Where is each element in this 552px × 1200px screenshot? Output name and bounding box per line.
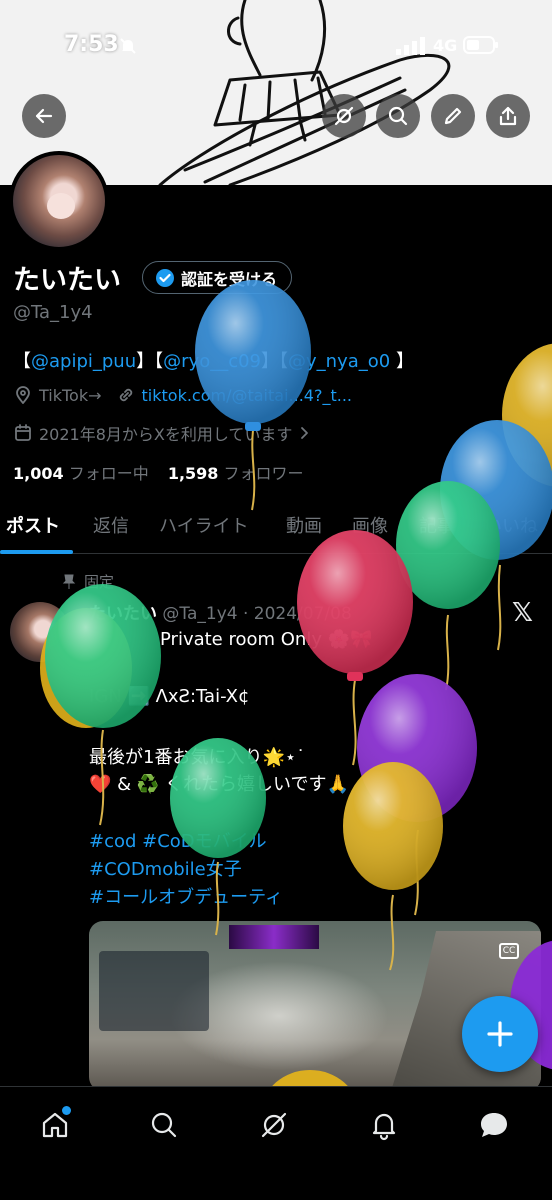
x-logo-icon: 𝕏 [512, 598, 533, 628]
arrow-left-icon [35, 108, 53, 124]
nav-grok[interactable] [252, 1103, 296, 1147]
signal-icon [396, 37, 425, 55]
pin-icon [62, 574, 76, 589]
notifications-icon [372, 1113, 396, 1141]
tab-posts[interactable]: ポスト [6, 512, 60, 538]
captions-button[interactable]: CC [499, 943, 519, 959]
tab-replies[interactable]: 返信 [93, 512, 129, 538]
edit-icon [444, 107, 462, 125]
profile-avatar[interactable] [9, 151, 109, 251]
profile-joined: 2021年8月からXを利用しています [39, 425, 293, 444]
post-text-line-4: ❤️ & ♻️ くれたら嬉しいです🙏 [89, 774, 349, 795]
post-hashtags-1[interactable]: #cod #CoDモバイル [89, 827, 267, 853]
display-name: たいたい [13, 265, 121, 296]
tab-images[interactable]: 画像 [352, 512, 388, 538]
status-time: 7:53 [64, 32, 119, 57]
balloon-purple [357, 674, 477, 916]
bio-mention-3[interactable]: @y_nya_o0 [288, 351, 390, 372]
post-avatar[interactable] [10, 602, 70, 662]
profile-link[interactable]: tiktok.com/@taitai...4?_t... [142, 386, 352, 405]
post-text-line-1: Private room Only 🌸🎀 [160, 629, 373, 650]
nav-search[interactable] [142, 1103, 186, 1147]
grok-icon [261, 1112, 287, 1138]
nav-messages[interactable] [472, 1103, 516, 1147]
compose-post-button[interactable] [462, 996, 538, 1072]
post-text-line-3: 最後が1番お気に入り🌟⋆˙ [89, 747, 306, 768]
nav-notifications[interactable] [362, 1103, 406, 1147]
profile-bio: 【@apipi_puu】【@ryo__c09】【@y_nya_o0 】 [13, 351, 414, 372]
bio-mention-2[interactable]: @ryo__c09 [163, 351, 261, 372]
search-icon [388, 106, 408, 126]
video-game-hud [99, 951, 209, 1031]
tab-articles[interactable]: 記事 [419, 512, 455, 538]
followers-label: フォロワー [223, 464, 304, 483]
active-tab-indicator [0, 550, 73, 554]
post-hashtags-3[interactable]: #コールオブデューティ [89, 883, 283, 909]
post-handle-date: @Ta_1y4 · 2024/07/08 [162, 604, 352, 624]
battery-icon [463, 36, 498, 54]
post-text-line-2: IGN ➡️ ΛxƧ:Tai-X¢ [89, 686, 250, 707]
tab-likes[interactable]: いいね [484, 512, 538, 538]
pinned-label: 固定 [84, 573, 115, 591]
verified-badge-icon [156, 268, 174, 287]
post-author[interactable]: たいたい [89, 604, 157, 624]
share-button[interactable] [486, 94, 530, 138]
video-game-banner [229, 925, 319, 949]
follow-stats: 1,004 フォロー中 1,598 フォロワー [13, 460, 304, 484]
profile-joined-row[interactable]: 2021年8月からXを利用しています [13, 421, 310, 445]
home-unread-dot [62, 1106, 71, 1115]
grok-button[interactable] [322, 94, 366, 138]
search-button[interactable] [376, 94, 420, 138]
location-pin-icon [16, 386, 30, 404]
back-button[interactable] [22, 94, 66, 138]
profile-handle: @Ta_1y4 [13, 302, 93, 323]
profile-location-link-row: TikTok→ tiktok.com/@taitai...4?_t... [13, 385, 352, 405]
get-verified-button[interactable]: 認証を受ける [142, 261, 293, 294]
search-icon [151, 1112, 177, 1138]
plus-icon [487, 1021, 513, 1047]
following-count: 1,004 [13, 464, 64, 483]
profile-tabs: ポスト 返信 ハイライト 動画 画像 記事 いいね [0, 500, 552, 554]
tab-videos[interactable]: 動画 [286, 512, 322, 538]
following-label: フォロー中 [68, 464, 149, 483]
network-type: 4G [433, 36, 458, 55]
nav-home[interactable] [33, 1103, 77, 1147]
pinned-indicator: 固定 [62, 571, 114, 592]
post-header: たいたい @Ta_1y4 · 2024/07/08 [89, 599, 352, 624]
balloon-yellow-right [502, 343, 552, 487]
calendar-icon [15, 424, 31, 441]
edit-profile-button[interactable] [431, 94, 475, 138]
get-verified-label: 認証を受ける [181, 269, 278, 289]
followers-count: 1,598 [167, 464, 219, 483]
status-bar: 7:53 4G [0, 0, 552, 90]
share-icon [499, 106, 517, 126]
chevron-right-icon [301, 427, 309, 439]
bell-off-icon [120, 38, 136, 54]
messages-icon [481, 1113, 507, 1137]
profile-location: TikTok→ [39, 385, 102, 405]
followers-link[interactable]: 1,598 フォロワー [168, 464, 304, 483]
tab-highlights[interactable]: ハイライト [159, 512, 249, 538]
following-link[interactable]: 1,004 フォロー中 [13, 464, 149, 483]
bio-mention-1[interactable]: @apipi_puu [31, 351, 136, 372]
link-icon [119, 388, 132, 402]
post-hashtags-2[interactable]: #CODmobile女子 [89, 855, 242, 881]
grok-icon [334, 106, 354, 126]
bottom-navigation [0, 1086, 552, 1200]
